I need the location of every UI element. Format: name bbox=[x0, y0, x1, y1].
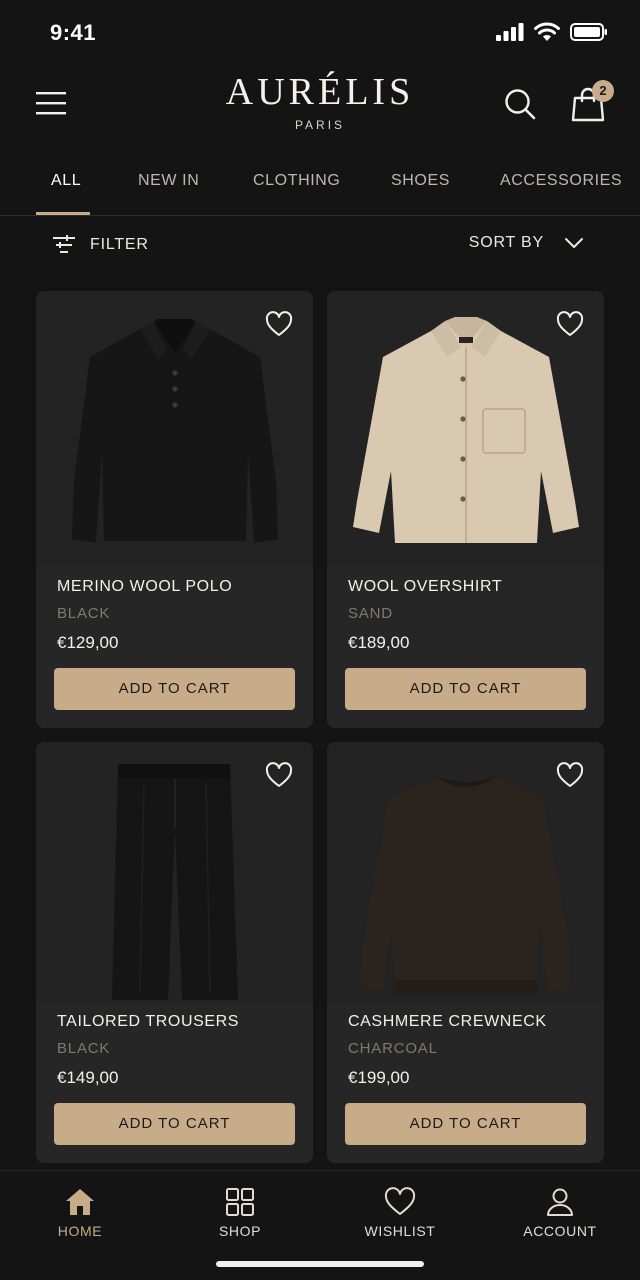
product-name[interactable]: CASHMERE CREWNECK bbox=[348, 1013, 547, 1031]
nav-account-label: ACCOUNT bbox=[523, 1223, 597, 1239]
nav-home-label: HOME bbox=[57, 1223, 103, 1239]
category-tabs: ALL NEW IN CLOTHING SHOES ACCESSORIES bbox=[0, 160, 640, 216]
product-price: €189,00 bbox=[348, 633, 410, 652]
user-icon bbox=[547, 1188, 573, 1216]
app-header: AURÉLIS PARIS 2 bbox=[0, 64, 640, 154]
heart-icon bbox=[556, 762, 584, 787]
wishlist-button[interactable] bbox=[265, 311, 293, 337]
filter-icon bbox=[53, 235, 75, 253]
tab-all[interactable]: ALL bbox=[51, 172, 81, 190]
status-bar: 9:41 bbox=[0, 0, 640, 64]
search-button[interactable] bbox=[502, 86, 538, 122]
heart-icon bbox=[265, 762, 293, 787]
product-card[interactable]: MERINO WOOL POLO BLACK €129,00 ADD TO CA… bbox=[36, 291, 313, 728]
product-name[interactable]: WOOL OVERSHIRT bbox=[348, 578, 502, 596]
battery-icon bbox=[570, 23, 607, 41]
home-icon bbox=[66, 1189, 94, 1215]
tab-shoes[interactable]: SHOES bbox=[391, 172, 450, 190]
heart-icon bbox=[265, 311, 293, 336]
chevron-down-icon bbox=[565, 238, 583, 248]
product-card[interactable]: CASHMERE CREWNECK CHARCOAL €199,00 ADD T… bbox=[327, 742, 604, 1163]
tab-accessories[interactable]: ACCESSORIES bbox=[500, 172, 622, 190]
product-card[interactable]: TAILORED TROUSERS BLACK €149,00 ADD TO C… bbox=[36, 742, 313, 1163]
product-color: SAND bbox=[348, 605, 393, 622]
product-price: €129,00 bbox=[57, 633, 119, 652]
cart-button[interactable]: 2 bbox=[570, 80, 614, 124]
nav-wishlist[interactable]: WISHLIST bbox=[340, 1187, 460, 1239]
signal-icon bbox=[496, 23, 524, 41]
product-name[interactable]: TAILORED TROUSERS bbox=[57, 1013, 239, 1031]
cart-count-badge: 2 bbox=[592, 80, 614, 102]
brand-logo[interactable]: AURÉLIS PARIS bbox=[0, 70, 640, 132]
wishlist-button[interactable] bbox=[265, 762, 293, 788]
product-color: CHARCOAL bbox=[348, 1040, 438, 1057]
product-card[interactable]: WOOL OVERSHIRT SAND €189,00 ADD TO CART bbox=[327, 291, 604, 728]
brand-subtitle: PARIS bbox=[294, 118, 346, 132]
filter-label: FILTER bbox=[90, 236, 149, 253]
nav-account[interactable]: ACCOUNT bbox=[500, 1187, 620, 1239]
heart-icon bbox=[556, 311, 584, 336]
wishlist-button[interactable] bbox=[556, 311, 584, 337]
tab-clothing[interactable]: CLOTHING bbox=[253, 172, 340, 190]
wishlist-button[interactable] bbox=[556, 762, 584, 788]
product-price: €149,00 bbox=[57, 1068, 119, 1087]
nav-wishlist-label: WISHLIST bbox=[364, 1223, 436, 1239]
add-to-cart-button[interactable]: ADD TO CART bbox=[345, 1103, 586, 1145]
wifi-icon bbox=[534, 22, 560, 41]
product-color: BLACK bbox=[57, 1040, 111, 1057]
filter-button[interactable]: FILTER bbox=[52, 234, 149, 256]
add-to-cart-button[interactable]: ADD TO CART bbox=[345, 668, 586, 710]
filter-sort-bar: FILTER SORT BY bbox=[0, 222, 640, 272]
nav-shop[interactable]: SHOP bbox=[180, 1187, 300, 1239]
product-name[interactable]: MERINO WOOL POLO bbox=[57, 578, 232, 596]
status-time: 9:41 bbox=[50, 20, 97, 45]
nav-shop-label: SHOP bbox=[218, 1223, 262, 1239]
add-to-cart-button[interactable]: ADD TO CART bbox=[54, 1103, 295, 1145]
search-icon bbox=[505, 89, 536, 120]
tab-new-in[interactable]: NEW IN bbox=[138, 172, 199, 190]
heart-icon bbox=[384, 1187, 416, 1215]
home-indicator bbox=[216, 1261, 424, 1267]
active-tab-indicator bbox=[36, 212, 90, 215]
add-to-cart-button[interactable]: ADD TO CART bbox=[54, 668, 295, 710]
grid-icon bbox=[226, 1188, 254, 1216]
product-color: BLACK bbox=[57, 605, 111, 622]
sort-label: SORT BY bbox=[468, 234, 544, 251]
product-price: €199,00 bbox=[348, 1068, 410, 1087]
status-icons bbox=[496, 22, 608, 42]
brand-name: AURÉLIS bbox=[225, 71, 415, 113]
nav-home[interactable]: HOME bbox=[20, 1187, 140, 1239]
sort-button[interactable]: SORT BY bbox=[469, 234, 584, 252]
